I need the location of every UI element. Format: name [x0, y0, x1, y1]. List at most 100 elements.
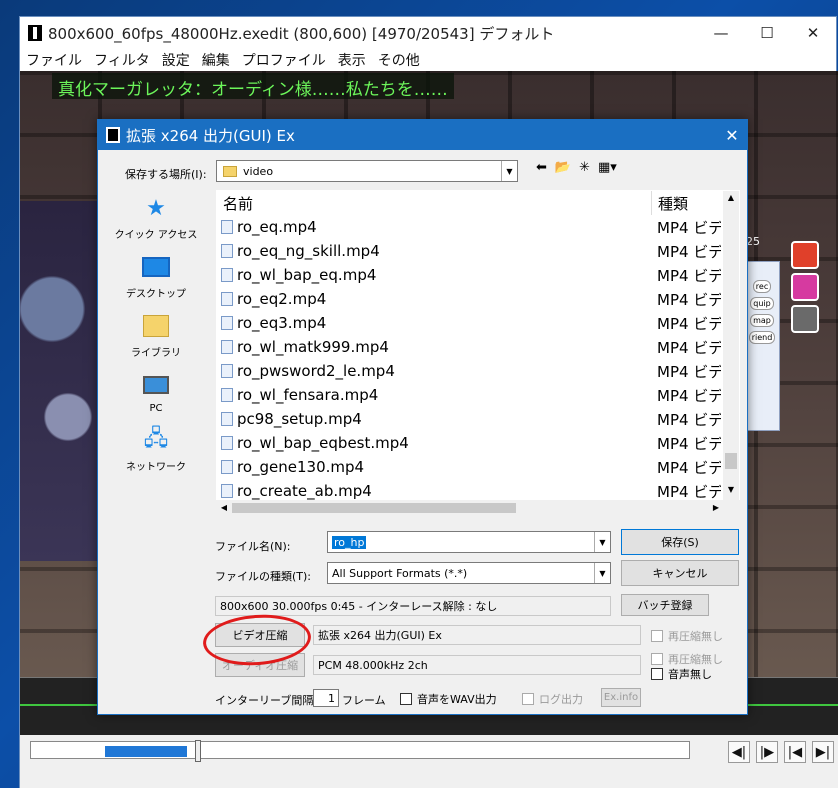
checkbox-box	[651, 668, 663, 680]
dialog-close-button[interactable]: ✕	[717, 120, 747, 150]
file-row[interactable]: ro_pwsword2_le.mp4 MP4 ビデオ	[217, 359, 739, 383]
hscroll-thumb[interactable]	[232, 503, 516, 513]
menu-profile[interactable]: プロファイル	[242, 50, 326, 70]
interleave-label: インターリーブ間隔 :	[215, 694, 321, 707]
video-file-icon	[221, 340, 233, 354]
save-location-select[interactable]: video ▼	[216, 160, 518, 182]
batch-register-button[interactable]: バッチ登録	[621, 594, 709, 616]
file-row[interactable]: ro_eq.mp4 MP4 ビデオ	[217, 215, 739, 239]
vertical-scrollbar[interactable]: ▲ ▼	[723, 191, 739, 501]
checkbox-label: 再圧縮無し	[668, 630, 723, 643]
new-folder-icon[interactable]: ✳	[579, 160, 590, 175]
file-type: MP4 ビデオ	[657, 242, 721, 261]
filename-input[interactable]: ro_hp ▼	[327, 531, 611, 553]
next-frame-button[interactable]: |▶	[756, 741, 778, 763]
file-list[interactable]: 名前 種類 ro_eq.mp4MP4 ビデオro_eq_ng_skill.mp4…	[216, 190, 740, 501]
scroll-right-icon[interactable]: ▶	[708, 500, 724, 516]
seek-thumb[interactable]	[195, 740, 201, 762]
file-row[interactable]: ro_eq2.mp4 MP4 ビデオ	[217, 287, 739, 311]
dialog-title: 拡張 x264 出力(GUI) Ex	[126, 126, 295, 145]
hud-icon-2	[791, 273, 819, 301]
file-row[interactable]: ro_eq3.mp4 MP4 ビデオ	[217, 311, 739, 335]
scene-art	[20, 201, 100, 561]
video-file-icon	[221, 316, 233, 330]
checkbox-box	[400, 693, 412, 705]
file-row[interactable]: ro_gene130.mp4 MP4 ビデオ	[217, 455, 739, 479]
scroll-thumb[interactable]	[725, 453, 737, 469]
place-label: ネットワーク	[126, 462, 186, 473]
menu-file[interactable]: ファイル	[26, 50, 82, 70]
go-end-button[interactable]: ▶|	[812, 741, 834, 763]
video-recompress-checkbox[interactable]: 再圧縮無し	[651, 628, 723, 644]
side-panel-riend: riend	[748, 331, 776, 344]
file-row[interactable]: ro_wl_fensara.mp4 MP4 ビデオ	[217, 383, 739, 407]
prev-frame-button[interactable]: ◀|	[728, 741, 750, 763]
minimize-button[interactable]: —	[698, 17, 744, 49]
places-bar: ★ クイック アクセス デスクトップ ライブラリ PC 🖧 ネットワーク	[112, 196, 200, 516]
file-name-cell: ro_create_ab.mp4	[217, 482, 651, 500]
file-row[interactable]: pc98_setup.mp4 MP4 ビデオ	[217, 407, 739, 431]
file-type: MP4 ビデオ	[657, 458, 721, 477]
video-file-icon	[221, 460, 233, 474]
file-row[interactable]: ro_wl_bap_eq.mp4 MP4 ビデオ	[217, 263, 739, 287]
view-menu-icon[interactable]: ▦▾	[598, 160, 617, 175]
no-audio-checkbox[interactable]: 音声無し	[651, 666, 712, 682]
hud-score: 25	[746, 235, 760, 248]
seek-bar[interactable]	[30, 740, 690, 762]
file-name-cell: ro_eq2.mp4	[217, 290, 651, 308]
menu-view[interactable]: 表示	[338, 50, 366, 70]
file-row[interactable]: ro_wl_bap_eqbest.mp4 MP4 ビデオ	[217, 431, 739, 455]
hud-clock-icon	[791, 305, 819, 333]
maximize-button[interactable]: ☐	[744, 17, 790, 49]
close-button[interactable]: ✕	[790, 17, 836, 49]
audio-recompress-checkbox[interactable]: 再圧縮無し	[651, 651, 723, 667]
place-quick-access[interactable]: ★ クイック アクセス	[112, 195, 200, 242]
up-folder-icon[interactable]: 📂	[555, 160, 571, 175]
file-name-cell: ro_gene130.mp4	[217, 458, 651, 476]
file-type: MP4 ビデオ	[657, 338, 721, 357]
video-file-icon	[221, 412, 233, 426]
horizontal-scrollbar[interactable]: ◀ ▶	[216, 500, 724, 516]
video-file-icon	[221, 364, 233, 378]
chevron-down-icon: ▼	[594, 563, 610, 583]
menu-edit[interactable]: 編集	[202, 50, 230, 70]
log-output-checkbox[interactable]: ログ出力	[522, 691, 583, 707]
audio-wav-checkbox[interactable]: 音声をWAV出力	[400, 691, 497, 707]
menu-other[interactable]: その他	[378, 50, 420, 70]
go-start-button[interactable]: |◀	[784, 741, 806, 763]
file-name: ro_gene130.mp4	[237, 458, 365, 476]
cancel-button[interactable]: キャンセル	[621, 560, 739, 586]
filetype-select[interactable]: All Support Formats (*.*) ▼	[327, 562, 611, 584]
place-desktop[interactable]: デスクトップ	[112, 255, 200, 300]
folder-icon	[223, 165, 237, 177]
menu-filter[interactable]: フィルタ	[94, 50, 150, 70]
place-label: PC	[149, 403, 163, 414]
file-row[interactable]: ro_eq_ng_skill.mp4 MP4 ビデオ	[217, 239, 739, 263]
checkbox-box	[651, 630, 663, 642]
column-type[interactable]: 種類	[651, 191, 688, 215]
file-name: ro_wl_matk999.mp4	[237, 338, 389, 356]
file-name-cell: ro_eq_ng_skill.mp4	[217, 242, 651, 260]
interleave-input[interactable]: 1	[313, 689, 339, 707]
file-row[interactable]: ro_wl_matk999.mp4 MP4 ビデオ	[217, 335, 739, 359]
save-button[interactable]: 保存(S)	[621, 529, 739, 555]
place-library[interactable]: ライブラリ	[112, 314, 200, 359]
star-icon: ★	[146, 195, 166, 221]
place-pc[interactable]: PC	[112, 373, 200, 414]
scroll-left-icon[interactable]: ◀	[216, 500, 232, 516]
menu-settings[interactable]: 設定	[162, 50, 190, 70]
file-name-cell: ro_eq3.mp4	[217, 314, 651, 332]
audio-codec: PCM 48.000kHz 2ch	[313, 655, 641, 675]
back-icon[interactable]: ⬅	[536, 160, 547, 175]
filetype-value: All Support Formats (*.*)	[332, 566, 468, 580]
scroll-down-icon[interactable]: ▼	[723, 485, 739, 499]
scroll-up-icon[interactable]: ▲	[723, 193, 739, 207]
chevron-down-icon[interactable]: ▼	[594, 532, 610, 552]
column-name[interactable]: 名前	[217, 193, 651, 214]
filetype-label: ファイルの種類(T):	[215, 570, 312, 583]
place-network[interactable]: 🖧 ネットワーク	[112, 426, 200, 473]
app-icon	[28, 25, 42, 41]
file-name-cell: ro_wl_matk999.mp4	[217, 338, 651, 356]
ex-info-button[interactable]: Ex.info	[601, 688, 641, 707]
side-panel-map: map	[750, 314, 774, 327]
